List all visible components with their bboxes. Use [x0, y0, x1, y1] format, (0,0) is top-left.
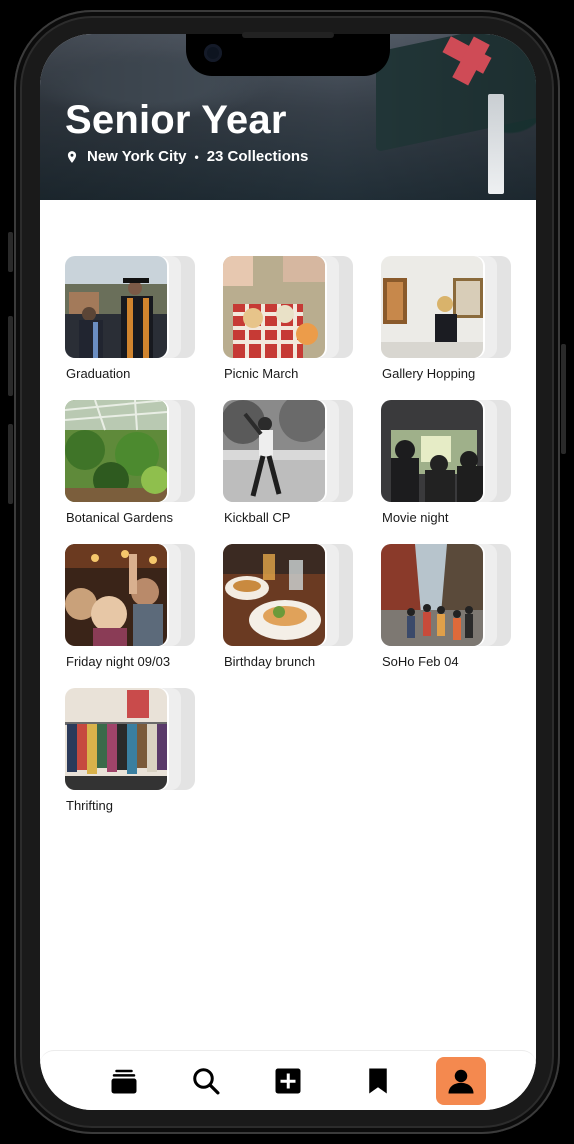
nav-add[interactable] [264, 1057, 312, 1105]
gallery-photo [381, 256, 483, 358]
location-pin-icon [67, 150, 77, 163]
volume-up-button [8, 316, 13, 396]
cap-tassel [488, 94, 504, 194]
collection-label: Movie night [382, 510, 449, 525]
graduation-photo [65, 256, 167, 358]
header-subtitle: New York City • 23 Collections [65, 148, 308, 165]
volume-down-button [8, 424, 13, 504]
nav-collections[interactable] [100, 1057, 148, 1105]
page-title: Senior Year [65, 98, 287, 142]
party-photo [65, 544, 167, 646]
add-icon [275, 1068, 301, 1094]
collection-label: Gallery Hopping [382, 366, 476, 381]
camera-notch [186, 32, 390, 76]
nav-profile[interactable] [436, 1057, 486, 1105]
collection-label: SoHo Feb 04 [382, 654, 459, 669]
profile-icon [448, 1069, 474, 1094]
collection-card[interactable]: SoHo Feb 04 [381, 544, 521, 684]
nav-search[interactable] [182, 1057, 230, 1105]
collection-label: Picnic March [224, 366, 299, 381]
collection-card[interactable]: Botanical Gardens [65, 400, 205, 540]
collection-card[interactable]: Birthday brunch [223, 544, 363, 684]
bookmark-icon [369, 1068, 387, 1094]
power-button [561, 344, 566, 454]
collections-count: 23 Collections [206, 148, 309, 165]
movie-photo [381, 400, 483, 502]
nav-saved[interactable] [354, 1057, 402, 1105]
kickball-photo [223, 400, 325, 502]
collection-label: Graduation [66, 366, 131, 381]
collection-card[interactable]: Graduation [65, 256, 205, 396]
separator-dot: • [194, 149, 199, 164]
collection-label: Botanical Gardens [66, 510, 173, 525]
street-photo [381, 544, 483, 646]
collections-grid: Graduation Picnic March Gallery Hopping … [40, 34, 536, 1110]
collection-card[interactable]: Friday night 09/03 [65, 544, 205, 684]
collection-card[interactable]: Movie night [381, 400, 521, 540]
collection-card[interactable]: Thrifting [65, 688, 205, 828]
greenhouse-photo [65, 400, 167, 502]
collections-icon [111, 1069, 137, 1094]
front-camera [204, 44, 222, 62]
collection-label: Birthday brunch [224, 654, 316, 669]
location-text: New York City [87, 148, 187, 165]
collection-label: Kickball CP [224, 510, 291, 525]
mute-switch [8, 232, 13, 272]
earpiece [242, 32, 334, 38]
collection-label: Thrifting [66, 798, 113, 813]
search-icon [193, 1068, 220, 1095]
app-screen: Senior Year New York City • 23 Collectio… [40, 34, 536, 1110]
picnic-photo [223, 256, 325, 358]
collection-card[interactable]: Gallery Hopping [381, 256, 521, 396]
collection-card[interactable]: Picnic March [223, 256, 363, 396]
brunch-photo [223, 544, 325, 646]
collection-card[interactable]: Kickball CP [223, 400, 363, 540]
bottom-nav [40, 1050, 536, 1110]
collection-label: Friday night 09/03 [66, 654, 171, 669]
clothes-rack-photo [65, 688, 167, 790]
